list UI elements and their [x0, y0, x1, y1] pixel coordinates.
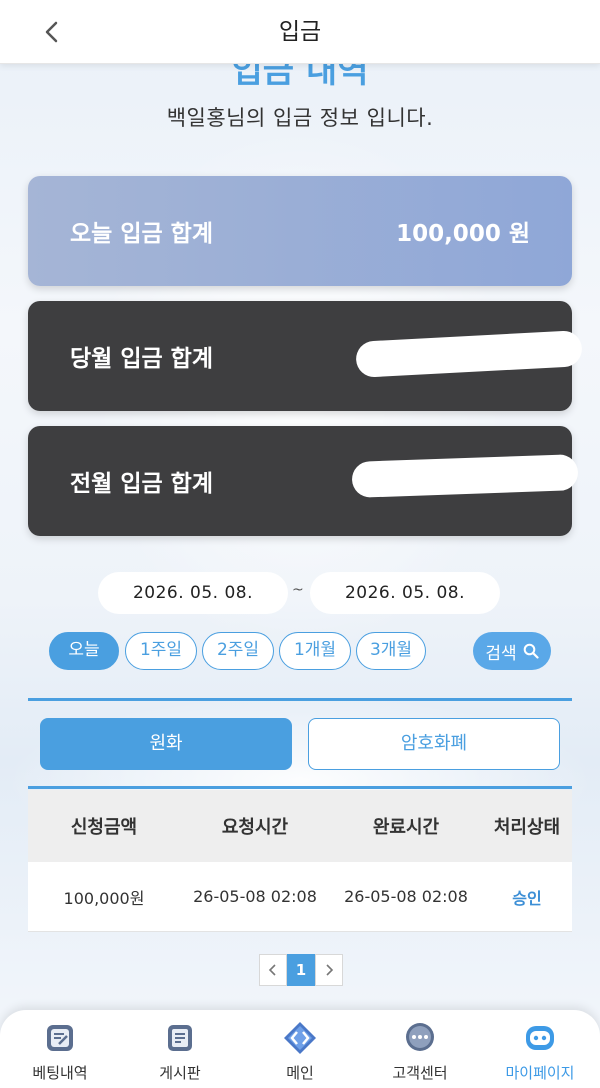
search-label: 검색: [485, 643, 517, 664]
date-separator: ~: [292, 582, 304, 598]
chevron-left-icon: [45, 21, 58, 43]
chip-2-weeks[interactable]: 2주일: [202, 632, 274, 670]
today-deposit-card: 오늘 입금 합계 100,000 원: [28, 176, 572, 286]
end-date-input[interactable]: 2026. 05. 08.: [310, 572, 500, 614]
note-edit-icon: [42, 1020, 78, 1056]
chevron-right-icon: [326, 964, 334, 976]
tab-crypto[interactable]: 암호화폐: [308, 718, 560, 770]
back-button[interactable]: [36, 16, 68, 48]
pagination: 1: [259, 954, 343, 986]
status-badge: 승인: [512, 888, 542, 908]
nav-label: 고객센터: [392, 1064, 448, 1082]
cell-requested: 26-05-08 02:08: [193, 887, 317, 906]
chevron-left-icon: [268, 964, 276, 976]
search-icon: [523, 643, 539, 659]
nav-betting-history[interactable]: 베팅내역: [0, 1010, 120, 1088]
column-header-requested: 요청시간: [221, 817, 289, 838]
column-header-amount: 신청금액: [70, 817, 138, 838]
chip-3-months[interactable]: 3개월: [356, 632, 426, 670]
nav-my-page[interactable]: 마이페이지: [480, 1010, 600, 1088]
next-page-button[interactable]: [315, 954, 343, 986]
nav-label: 메인: [286, 1064, 314, 1082]
nav-label: 게시판: [159, 1064, 201, 1082]
table-header: 신청금액 요청시간 완료시간 처리상태: [28, 790, 572, 862]
cell-completed: 26-05-08 02:08: [344, 887, 468, 906]
deposit-table: 신청금액 요청시간 완료시간 처리상태 100,000원 26-05-08 02…: [28, 790, 572, 932]
bottom-nav: 베팅내역 게시판 메인 고객센터 마이페이지: [0, 1010, 600, 1088]
subtitle: 백일홍님의 입금 정보 입니다.: [166, 106, 434, 130]
table-row: 100,000원 26-05-08 02:08 26-05-08 02:08 승…: [28, 862, 572, 932]
nav-board[interactable]: 게시판: [120, 1010, 240, 1088]
robot-face-icon: [522, 1020, 558, 1056]
chat-bubble-icon: [402, 1020, 438, 1056]
document-icon: [162, 1020, 198, 1056]
nav-main[interactable]: 메인: [240, 1010, 360, 1088]
chip-1-week[interactable]: 1주일: [125, 632, 197, 670]
nav-label: 마이페이지: [505, 1064, 575, 1082]
cell-amount: 100,000원: [63, 888, 145, 908]
chip-1-month[interactable]: 1개월: [279, 632, 351, 670]
section-divider: [28, 698, 572, 701]
page-number[interactable]: 1: [287, 954, 315, 986]
tab-krw[interactable]: 원화: [40, 718, 292, 770]
column-header-completed: 완료시간: [372, 817, 440, 838]
prev-page-button[interactable]: [259, 954, 287, 986]
table-top-border: [28, 786, 572, 789]
today-deposit-value: 100,000 원: [396, 221, 530, 247]
diamond-arrows-icon: [282, 1020, 318, 1056]
chip-today[interactable]: 오늘: [49, 632, 119, 670]
start-date-input[interactable]: 2026. 05. 08.: [98, 572, 288, 614]
column-header-status: 처리상태: [493, 817, 561, 838]
today-deposit-label: 오늘 입금 합계: [70, 221, 213, 247]
nav-label: 베팅내역: [32, 1064, 88, 1082]
search-button[interactable]: 검색: [473, 632, 551, 670]
nav-customer-center[interactable]: 고객센터: [360, 1010, 480, 1088]
app-header: 입금: [0, 0, 600, 64]
page-title: 입금: [278, 19, 322, 45]
